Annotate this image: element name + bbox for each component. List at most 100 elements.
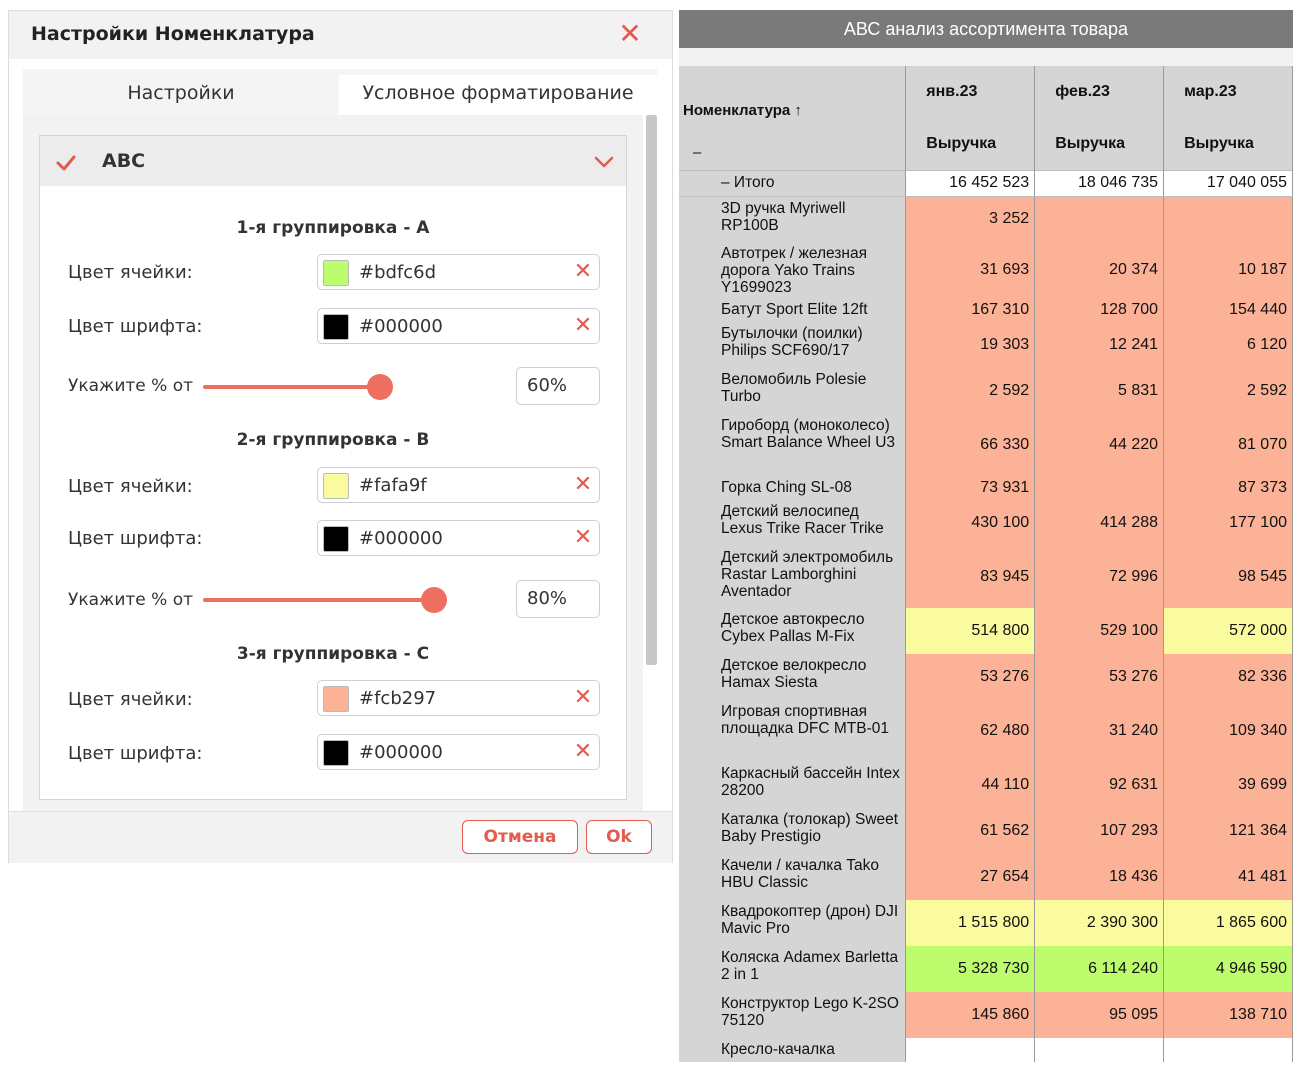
scrollbar[interactable] — [646, 115, 657, 665]
clear-icon[interactable]: ✕ — [571, 259, 595, 285]
month-header[interactable]: мар.23 — [1163, 66, 1293, 118]
group-b-title: 2-я группировка - B — [236, 430, 430, 450]
color-swatch[interactable] — [323, 526, 349, 552]
revenue-cell: 62 480 — [905, 700, 1036, 762]
revenue-cell: 414 288 — [1034, 500, 1165, 546]
color-value[interactable]: #000000 — [359, 742, 443, 763]
table-row: Качели / качалка Tako HBU Classic 27 654 1… — [679, 854, 1293, 900]
revenue-cell: 53 276 — [1034, 654, 1165, 700]
group-c-cell-color-input[interactable]: #fcb297 ✕ — [317, 680, 600, 716]
product-name: Конструктор Lego K-2SO 75120 — [679, 992, 907, 1038]
total-value: 17 040 055 — [1163, 169, 1293, 197]
product-name: Каталка (толокар) Sweet Baby Prestigio — [679, 808, 907, 854]
product-name: Игровая спортивная площадка DFC MTB-01 — [679, 700, 907, 762]
group-c-font-color-label: Цвет шрифта: — [68, 743, 203, 764]
revenue-cell: 61 562 — [905, 808, 1036, 854]
clear-icon[interactable]: ✕ — [571, 472, 595, 498]
chevron-down-icon[interactable] — [592, 150, 616, 174]
revenue-cell: 81 070 — [1163, 414, 1293, 476]
group-b-percent-input[interactable]: 80% — [516, 580, 600, 618]
color-value[interactable]: #fcb297 — [359, 688, 436, 709]
revenue-cell: 19 303 — [905, 322, 1036, 368]
group-b-percent-slider[interactable] — [203, 598, 437, 602]
table-row: Детское автокресло Cybex Pallas M-Fix 514… — [679, 608, 1293, 654]
revenue-cell: 18 436 — [1034, 854, 1165, 900]
revenue-cell: 3 252 — [905, 196, 1036, 242]
revenue-cell: 6 120 — [1163, 322, 1293, 368]
group-b-font-color-input[interactable]: #000000 ✕ — [317, 520, 600, 556]
color-swatch[interactable] — [323, 314, 349, 340]
group-c-font-color-input[interactable]: #000000 ✕ — [317, 734, 600, 770]
total-value: 16 452 523 — [905, 169, 1036, 197]
row-header-label[interactable]: Номенклатура ↑ — [683, 102, 802, 119]
group-c-cell-color-label: Цвет ячейки: — [68, 689, 193, 710]
product-name: Веломобиль Polesie Turbo — [679, 368, 907, 414]
color-value[interactable]: #000000 — [359, 528, 443, 549]
color-value[interactable]: #bdfc6d — [359, 262, 436, 283]
table-row: Веломобиль Polesie Turbo 2 592 5 831 2 592 — [679, 368, 1293, 414]
slider-handle[interactable] — [367, 374, 393, 400]
color-swatch[interactable] — [323, 686, 349, 712]
revenue-cell: 167 310 — [905, 298, 1036, 322]
measure-header: Выручка — [1163, 118, 1293, 170]
checkmark-icon[interactable] — [54, 151, 78, 175]
revenue-cell: 41 481 — [1163, 854, 1293, 900]
table-row: Бутылочки (поилки) Philips SCF690/17 19 3… — [679, 322, 1293, 368]
product-name: Гироборд (моноколесо) Smart Balance Whee… — [679, 414, 907, 476]
revenue-cell: 2 592 — [905, 368, 1036, 414]
total-label[interactable]: – Итого — [679, 169, 907, 197]
product-name: Батут Sport Elite 12ft — [679, 298, 907, 322]
product-name: Каркасный бассейн Intex 28200 — [679, 762, 907, 808]
clear-icon[interactable]: ✕ — [571, 313, 595, 339]
dialog-header: Настройки Номенклатура ✕ — [9, 11, 672, 59]
group-a-cell-color-input[interactable]: #bdfc6d ✕ — [317, 254, 600, 290]
color-swatch[interactable] — [323, 473, 349, 499]
color-value[interactable]: #fafa9f — [359, 475, 427, 496]
month-header[interactable]: фев.23 — [1034, 66, 1165, 118]
abc-panel-header[interactable]: ABC — [40, 136, 626, 186]
row-header-nomenclature[interactable]: Номенклатура ↑ – — [679, 66, 907, 170]
cancel-button[interactable]: Отмена — [462, 820, 578, 854]
group-b-percent-label: Укажите % от — [68, 590, 194, 610]
color-value[interactable]: #000000 — [359, 316, 443, 337]
clear-icon[interactable]: ✕ — [571, 525, 595, 551]
revenue-cell: 5 831 — [1034, 368, 1165, 414]
table-row: Квадрокоптер (дрон) DJI Mavic Pro 1 515 8… — [679, 900, 1293, 946]
revenue-cell: 31 240 — [1034, 700, 1165, 762]
group-a-percent-slider[interactable] — [203, 385, 383, 389]
group-a-percent-input[interactable]: 60% — [516, 367, 600, 405]
ok-button[interactable]: Ok — [586, 820, 652, 854]
group-b-cell-color-label: Цвет ячейки: — [68, 476, 193, 497]
revenue-cell: 20 374 — [1034, 242, 1165, 298]
slider-handle[interactable] — [421, 587, 447, 613]
color-swatch[interactable] — [323, 740, 349, 766]
table-row: Конструктор Lego K-2SO 75120 145 860 95 09… — [679, 992, 1293, 1038]
table-row: Каталка (толокар) Sweet Baby Prestigio 61… — [679, 808, 1293, 854]
month-header[interactable]: янв.23 — [905, 66, 1036, 118]
revenue-cell: 572 000 — [1163, 608, 1293, 654]
close-icon[interactable]: ✕ — [615, 19, 645, 49]
product-name: Качели / качалка Tako HBU Classic — [679, 854, 907, 900]
product-name: Детское велокресло Hamax Siesta — [679, 654, 907, 700]
collapse-all-toggle[interactable]: – — [693, 144, 701, 161]
product-name: Детский велосипед Lexus Trike Racer Trik… — [679, 500, 907, 546]
tab-settings[interactable]: Настройки — [23, 75, 339, 115]
table-row: Кресло-качалка — [679, 1038, 1293, 1062]
clear-icon[interactable]: ✕ — [571, 685, 595, 711]
product-name: Бутылочки (поилки) Philips SCF690/17 — [679, 322, 907, 368]
tab-conditional-formatting[interactable]: Условное форматирование — [339, 75, 657, 115]
group-b-font-color-label: Цвет шрифта: — [68, 528, 203, 549]
revenue-cell: 145 860 — [905, 992, 1036, 1038]
measure-header: Выручка — [905, 118, 1036, 170]
revenue-cell: 12 241 — [1034, 322, 1165, 368]
group-b-cell-color-input[interactable]: #fafa9f ✕ — [317, 467, 600, 503]
revenue-cell: 44 110 — [905, 762, 1036, 808]
abc-panel: ABC 1-я группировка - А Цвет ячейки: #bd… — [39, 135, 627, 800]
revenue-cell — [1163, 1038, 1293, 1062]
pivot-table: Номенклатура ↑ – янв.23 фев.23 мар.23 Вы… — [679, 66, 1293, 1062]
group-a-font-color-input[interactable]: #000000 ✕ — [317, 308, 600, 344]
clear-icon[interactable]: ✕ — [571, 739, 595, 765]
revenue-cell — [1163, 196, 1293, 242]
table-row: Детский велосипед Lexus Trike Racer Trik… — [679, 500, 1293, 546]
color-swatch[interactable] — [323, 260, 349, 286]
